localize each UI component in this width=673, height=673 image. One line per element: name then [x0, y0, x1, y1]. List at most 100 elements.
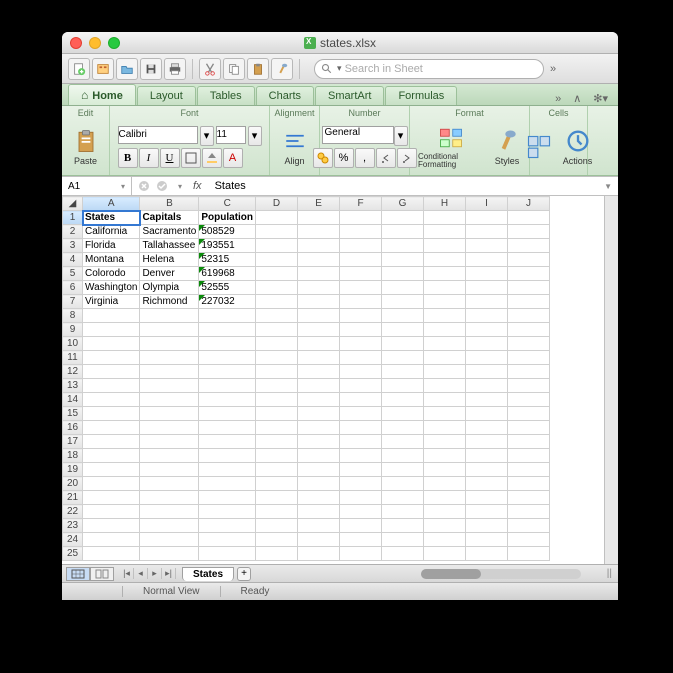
cell-G4[interactable] — [382, 253, 424, 267]
cell-D6[interactable] — [256, 281, 298, 295]
row-header-3[interactable]: 3 — [63, 239, 83, 253]
cell-F11[interactable] — [340, 351, 382, 365]
border-button[interactable] — [181, 148, 201, 168]
cell-C12[interactable] — [199, 365, 256, 379]
cell-J11[interactable] — [508, 351, 550, 365]
cell-H20[interactable] — [424, 477, 466, 491]
currency-button[interactable] — [313, 148, 333, 168]
comma-button[interactable]: , — [355, 148, 375, 168]
cell-J13[interactable] — [508, 379, 550, 393]
cell-I7[interactable] — [466, 295, 508, 309]
cell-H5[interactable] — [424, 267, 466, 281]
cell-D4[interactable] — [256, 253, 298, 267]
cell-G5[interactable] — [382, 267, 424, 281]
cell-B21[interactable] — [140, 491, 199, 505]
styles-button[interactable]: Styles — [489, 125, 525, 168]
row-header-6[interactable]: 6 — [63, 281, 83, 295]
cell-E15[interactable] — [298, 407, 340, 421]
cell-F1[interactable] — [340, 211, 382, 225]
row-header-11[interactable]: 11 — [63, 351, 83, 365]
row-header-13[interactable]: 13 — [63, 379, 83, 393]
cell-F3[interactable] — [340, 239, 382, 253]
row-header-9[interactable]: 9 — [63, 323, 83, 337]
cell-I25[interactable] — [466, 547, 508, 561]
cell-C3[interactable]: 193551 — [199, 239, 256, 253]
cell-E23[interactable] — [298, 519, 340, 533]
cell-F17[interactable] — [340, 435, 382, 449]
cell-D8[interactable] — [256, 309, 298, 323]
cell-F18[interactable] — [340, 449, 382, 463]
cell-B9[interactable] — [140, 323, 199, 337]
cell-G22[interactable] — [382, 505, 424, 519]
cell-J8[interactable] — [508, 309, 550, 323]
cell-C1[interactable]: Population — [199, 211, 256, 225]
cell-B20[interactable] — [140, 477, 199, 491]
formula-expand-button[interactable]: ▼ — [604, 182, 618, 191]
cell-G16[interactable] — [382, 421, 424, 435]
cell-C25[interactable] — [199, 547, 256, 561]
cell-G6[interactable] — [382, 281, 424, 295]
cell-J1[interactable] — [508, 211, 550, 225]
conditional-formatting-button[interactable]: Conditional Formatting — [414, 122, 487, 171]
row-header-14[interactable]: 14 — [63, 393, 83, 407]
cell-B19[interactable] — [140, 463, 199, 477]
cell-J5[interactable] — [508, 267, 550, 281]
cell-H17[interactable] — [424, 435, 466, 449]
cell-J6[interactable] — [508, 281, 550, 295]
cell-A10[interactable] — [83, 337, 140, 351]
cell-A24[interactable] — [83, 533, 140, 547]
font-name-dropdown[interactable]: ▾ — [200, 126, 214, 146]
cell-E14[interactable] — [298, 393, 340, 407]
cell-D5[interactable] — [256, 267, 298, 281]
cell-C4[interactable]: 52315 — [199, 253, 256, 267]
tab-formulas[interactable]: Formulas — [385, 86, 457, 105]
cell-A5[interactable]: Colorodo — [83, 267, 140, 281]
cell-D9[interactable] — [256, 323, 298, 337]
cell-I24[interactable] — [466, 533, 508, 547]
row-header-21[interactable]: 21 — [63, 491, 83, 505]
cell-I3[interactable] — [466, 239, 508, 253]
cell-C20[interactable] — [199, 477, 256, 491]
underline-button[interactable]: U — [160, 148, 180, 168]
cell-J23[interactable] — [508, 519, 550, 533]
cell-J21[interactable] — [508, 491, 550, 505]
cell-D22[interactable] — [256, 505, 298, 519]
cell-C10[interactable] — [199, 337, 256, 351]
col-header-J[interactable]: J — [508, 197, 550, 211]
cell-C14[interactable] — [199, 393, 256, 407]
font-color-button[interactable]: A — [223, 148, 243, 168]
cell-B8[interactable] — [140, 309, 199, 323]
col-header-C[interactable]: C — [199, 197, 256, 211]
cell-A2[interactable]: California — [83, 225, 140, 239]
cell-C21[interactable] — [199, 491, 256, 505]
cell-D7[interactable] — [256, 295, 298, 309]
open-button[interactable] — [116, 58, 138, 80]
cell-G3[interactable] — [382, 239, 424, 253]
cell-F12[interactable] — [340, 365, 382, 379]
cell-F9[interactable] — [340, 323, 382, 337]
cell-F4[interactable] — [340, 253, 382, 267]
horizontal-scrollbar[interactable] — [421, 569, 581, 579]
number-format-select[interactable]: General — [322, 126, 394, 144]
align-button[interactable]: Align — [277, 125, 313, 168]
cell-H12[interactable] — [424, 365, 466, 379]
cell-J12[interactable] — [508, 365, 550, 379]
cell-D24[interactable] — [256, 533, 298, 547]
cell-D16[interactable] — [256, 421, 298, 435]
cell-B4[interactable]: Helena — [140, 253, 199, 267]
cell-C7[interactable]: 227032 — [199, 295, 256, 309]
cell-I19[interactable] — [466, 463, 508, 477]
cell-A21[interactable] — [83, 491, 140, 505]
copy-button[interactable] — [223, 58, 245, 80]
vertical-scrollbar[interactable] — [604, 196, 618, 564]
col-header-E[interactable]: E — [298, 197, 340, 211]
cell-A3[interactable]: Florida — [83, 239, 140, 253]
cell-E7[interactable] — [298, 295, 340, 309]
cell-A4[interactable]: Montana — [83, 253, 140, 267]
cell-H8[interactable] — [424, 309, 466, 323]
cell-H2[interactable] — [424, 225, 466, 239]
row-header-10[interactable]: 10 — [63, 337, 83, 351]
page-layout-view-button[interactable] — [90, 567, 114, 581]
cell-E12[interactable] — [298, 365, 340, 379]
cell-C6[interactable]: 52555 — [199, 281, 256, 295]
